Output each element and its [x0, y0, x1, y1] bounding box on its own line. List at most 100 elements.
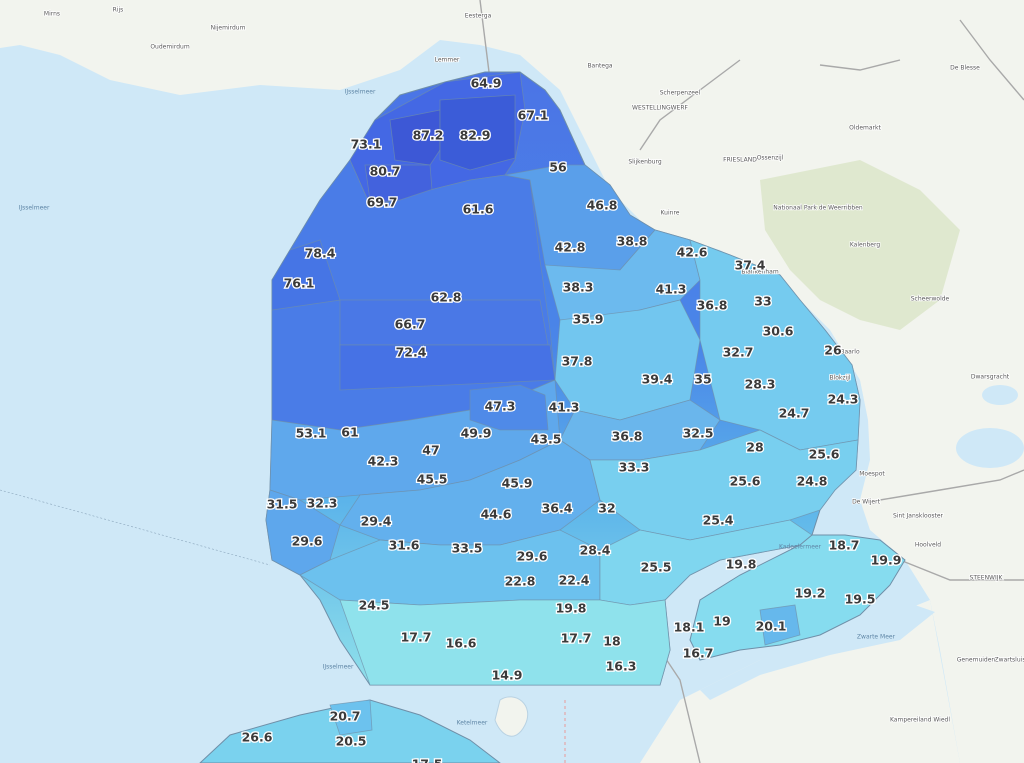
place-label: Lemmer — [435, 57, 460, 64]
place-label: Kalenberg — [850, 242, 881, 249]
region-value-label: 19.8 — [556, 601, 587, 616]
water-label: Zwarte Meer — [857, 634, 896, 641]
place-label: Genemuiden — [957, 657, 996, 664]
region-value-label: 36.8 — [612, 429, 643, 444]
region-value-label: 78.4 — [305, 246, 336, 261]
region-value-label: 16.7 — [683, 646, 714, 661]
water-label: IJsselmeer — [323, 664, 354, 671]
region-value-label: 56 — [549, 160, 567, 175]
region-value-label: 87.2 — [413, 128, 444, 143]
parcel[interactable] — [339, 299, 549, 346]
region-value-label: 18.7 — [829, 538, 860, 553]
region-value-label: 28 — [746, 440, 763, 455]
region-value-label: 29.6 — [292, 534, 323, 549]
place-label: Oldemarkt — [849, 125, 881, 132]
water-label: IJsselmeer — [345, 89, 376, 96]
place-label: Nijemirdum — [211, 25, 246, 32]
region-value-label: 33.5 — [452, 541, 483, 556]
region-value-label: 41.3 — [656, 282, 687, 297]
region-value-label: 37.4 — [735, 258, 766, 273]
region-value-label: 39.4 — [642, 372, 673, 387]
region-value-label: 14.9 — [492, 668, 523, 683]
region-value-label: 38.3 — [563, 280, 594, 295]
region-value-label: 22.8 — [505, 574, 536, 589]
region-value-label: 47 — [422, 443, 439, 458]
place-label: De Wijert — [852, 499, 881, 506]
place-label: Baarlo — [840, 349, 860, 356]
region-value-label: 66.7 — [395, 317, 426, 332]
region-value-label: 25.5 — [641, 560, 672, 575]
region-value-label: 82.9 — [460, 128, 491, 143]
place-label: Ossenzijl — [757, 155, 784, 162]
region-value-label: 24.3 — [828, 392, 859, 407]
region-value-label: 20.7 — [330, 709, 361, 724]
region-value-label: 17.7 — [401, 630, 432, 645]
region-value-label: 45.9 — [502, 476, 533, 491]
region-value-label: 33 — [754, 294, 771, 309]
region-value-label: 64.9 — [471, 76, 502, 91]
place-label: Nationaal Park de Weerribben — [773, 205, 863, 212]
place-label: Zwartsluis — [995, 657, 1024, 664]
region-value-label: 35 — [694, 372, 711, 387]
region-value-label: 76.1 — [284, 276, 315, 291]
region-value-label: 49.9 — [461, 426, 492, 441]
region-value-label: 16.3 — [606, 659, 637, 674]
region-value-label: 61.6 — [463, 202, 494, 217]
region-value-label: 42.6 — [677, 245, 708, 260]
place-label: Kampereiland Wiedl — [890, 717, 950, 724]
region-value-label: 19.5 — [845, 592, 876, 607]
region-value-label: 72.4 — [396, 345, 427, 360]
region-value-label: 69.7 — [367, 195, 398, 210]
region-value-label: 28.4 — [580, 543, 611, 558]
region-value-label: 62.8 — [431, 290, 462, 305]
region-value-label: 32.3 — [307, 496, 338, 511]
region-value-label: 33.3 — [619, 460, 650, 475]
region-value-label: 19 — [713, 614, 730, 629]
place-label: STEENWIJK — [970, 575, 1004, 582]
region-value-label: 26 — [824, 343, 842, 358]
region-value-label: 19.2 — [795, 586, 826, 601]
region-value-label: 53.1 — [296, 426, 327, 441]
place-label: Sint Jansklooster — [893, 513, 944, 520]
region-value-label: 37.8 — [562, 354, 593, 369]
place-label: Oudemirdum — [150, 44, 190, 51]
place-label: Bantega — [587, 63, 612, 70]
region-value-label: 29.4 — [361, 514, 392, 529]
water-label: Ketelmeer — [457, 720, 488, 727]
place-label: Moespot — [859, 471, 885, 478]
region-value-label: 36.4 — [542, 501, 573, 516]
place-label: Dwarsgracht — [971, 374, 1010, 381]
lake — [956, 428, 1024, 468]
region-value-label: 25.4 — [703, 513, 734, 528]
region-value-label: 25.6 — [730, 474, 761, 489]
region-value-label: 31.5 — [267, 497, 298, 512]
region-value-label: 73.1 — [351, 137, 382, 152]
lake — [982, 385, 1018, 405]
choropleth-map[interactable]: Mirns Rijs Oudemirdum Nijemirdum Eesterga Lem… — [0, 0, 1024, 763]
region-value-label: 25.6 — [809, 447, 840, 462]
region-value-label: 32 — [598, 501, 615, 516]
region-value-label: 44.6 — [481, 507, 512, 522]
region-value-label: 29.6 — [517, 549, 548, 564]
water-label: IJsselmeer — [19, 205, 50, 212]
region-value-label: 16.6 — [446, 636, 477, 651]
region-value-label: 38.8 — [617, 234, 648, 249]
region-value-label: 24.7 — [779, 406, 810, 421]
region-value-label: 43.5 — [531, 432, 562, 447]
region-value-label: 20.1 — [756, 619, 787, 634]
region-value-label: 36.8 — [697, 298, 728, 313]
place-label: WESTELLINGWERF — [632, 105, 688, 112]
region-value-label: 22.4 — [559, 573, 590, 588]
region-value-label: 30.6 — [763, 324, 794, 339]
region-value-label: 24.8 — [797, 474, 828, 489]
region-value-label: 26.6 — [242, 730, 273, 745]
region-value-label: 17.7 — [561, 631, 592, 646]
region-value-label: 19.8 — [726, 557, 757, 572]
place-label: Mirns — [44, 11, 60, 18]
region-value-label: 31.6 — [389, 538, 420, 553]
region-value-label: 41.3 — [549, 400, 580, 415]
region-value-label: 24.5 — [359, 598, 390, 613]
place-label: Kuinre — [661, 210, 680, 217]
water-label: Kadoelermeer — [779, 544, 822, 551]
region-value-label: 47.3 — [485, 399, 516, 414]
